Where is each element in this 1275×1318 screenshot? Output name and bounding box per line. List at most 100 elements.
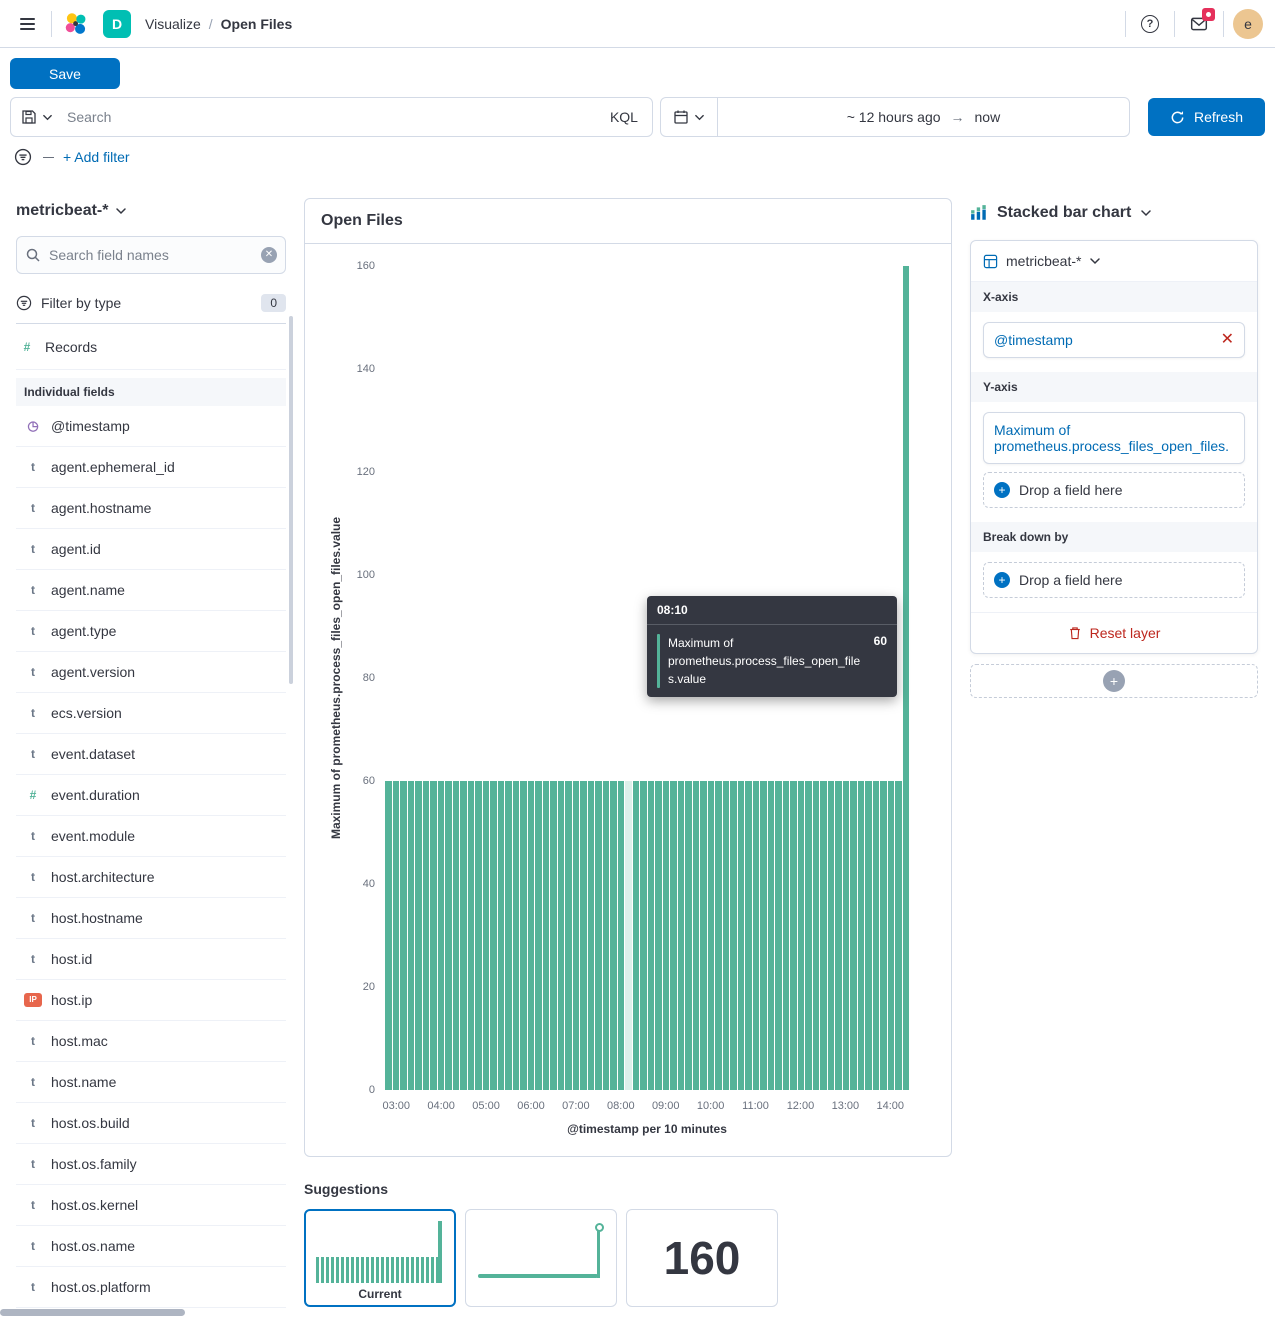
bar-14:00[interactable]: [888, 781, 895, 1090]
bar-02:50[interactable]: [385, 781, 392, 1090]
bar-10:10[interactable]: [715, 781, 722, 1090]
help-button[interactable]: ?: [1131, 5, 1169, 43]
bar-05:40[interactable]: [513, 781, 520, 1090]
bar-04:30[interactable]: [460, 781, 467, 1090]
field-item-host.ip[interactable]: IPhost.ip: [16, 980, 286, 1021]
bar-14:10[interactable]: [895, 781, 902, 1090]
sidebar-scrollbar[interactable]: [289, 316, 293, 684]
suggestion-current[interactable]: Current: [304, 1209, 456, 1307]
breadcrumb-visualize[interactable]: Visualize: [145, 16, 201, 32]
bar-10:50[interactable]: [745, 781, 752, 1090]
bar-03:50[interactable]: [430, 781, 437, 1090]
bar-03:10[interactable]: [400, 781, 407, 1090]
add-layer-button[interactable]: +: [970, 664, 1258, 698]
field-search-input[interactable]: [16, 236, 286, 274]
field-item-host.os.name[interactable]: thost.os.name: [16, 1226, 286, 1267]
field-item-agent.name[interactable]: tagent.name: [16, 570, 286, 611]
field-item-host.os.build[interactable]: thost.os.build: [16, 1103, 286, 1144]
time-range-start[interactable]: ~ 12 hours ago: [847, 109, 941, 125]
bar-04:10[interactable]: [445, 781, 452, 1090]
bar-09:40[interactable]: [693, 781, 700, 1090]
bar-06:50[interactable]: [565, 781, 572, 1090]
bar-11:00[interactable]: [753, 781, 760, 1090]
bar-10:40[interactable]: [738, 781, 745, 1090]
bar-12:30[interactable]: [820, 781, 827, 1090]
bar-05:20[interactable]: [498, 781, 505, 1090]
bar-06:40[interactable]: [558, 781, 565, 1090]
filter-menu-button[interactable]: [12, 146, 34, 168]
reset-layer-button[interactable]: Reset layer: [971, 612, 1257, 653]
bar-11:30[interactable]: [775, 781, 782, 1090]
bar-09:50[interactable]: [700, 781, 707, 1090]
chart-type-switcher[interactable]: Stacked bar chart: [970, 198, 1258, 240]
bar-07:50[interactable]: [610, 781, 617, 1090]
bar-04:00[interactable]: [438, 781, 445, 1090]
field-item-event.duration[interactable]: #event.duration: [16, 775, 286, 816]
layer-index-pattern-button[interactable]: metricbeat-*: [971, 241, 1257, 282]
bar-04:20[interactable]: [453, 781, 460, 1090]
bar-13:40[interactable]: [873, 781, 880, 1090]
bar-08:30[interactable]: [640, 781, 647, 1090]
field-item-agent.id[interactable]: tagent.id: [16, 529, 286, 570]
bar-06:20[interactable]: [543, 781, 550, 1090]
bar-11:10[interactable]: [760, 781, 767, 1090]
bar-03:40[interactable]: [423, 781, 430, 1090]
bar-09:00[interactable]: [663, 781, 670, 1090]
bar-07:00[interactable]: [573, 781, 580, 1090]
bar-13:00[interactable]: [843, 781, 850, 1090]
bar-05:50[interactable]: [520, 781, 527, 1090]
bar-03:30[interactable]: [415, 781, 422, 1090]
add-filter-button[interactable]: + Add filter: [63, 149, 130, 165]
field-item-agent.ephemeral_id[interactable]: tagent.ephemeral_id: [16, 447, 286, 488]
bar-13:20[interactable]: [858, 781, 865, 1090]
field-item-host.name[interactable]: thost.name: [16, 1062, 286, 1103]
query-language-button[interactable]: KQL: [596, 109, 652, 125]
bar-09:20[interactable]: [678, 781, 685, 1090]
bar-03:00[interactable]: [393, 781, 400, 1090]
horizontal-scrollbar[interactable]: [0, 1309, 185, 1316]
search-input[interactable]: [63, 109, 596, 125]
bar-12:40[interactable]: [828, 781, 835, 1090]
bar-07:10[interactable]: [580, 781, 587, 1090]
breakdown-drop-zone[interactable]: + Drop a field here: [983, 562, 1245, 598]
menu-button[interactable]: [8, 5, 46, 43]
space-avatar[interactable]: D: [103, 10, 131, 38]
field-item-host.os.family[interactable]: thost.os.family: [16, 1144, 286, 1185]
field-item-event.module[interactable]: tevent.module: [16, 816, 286, 857]
bar-12:10[interactable]: [805, 781, 812, 1090]
bar-08:00[interactable]: [618, 781, 625, 1090]
field-item-@timestamp[interactable]: ◷@timestamp: [16, 406, 286, 447]
date-picker-calendar-button[interactable]: [661, 98, 718, 136]
time-range[interactable]: ~ 12 hours ago → now: [718, 109, 1129, 125]
bar-11:40[interactable]: [783, 781, 790, 1090]
suggestion-line-chart[interactable]: [465, 1209, 617, 1307]
suggestion-metric[interactable]: 160: [626, 1209, 778, 1307]
user-menu-button[interactable]: e: [1229, 5, 1267, 43]
field-item-host.os.kernel[interactable]: thost.os.kernel: [16, 1185, 286, 1226]
x-axis-dimension[interactable]: @timestamp ✕: [983, 322, 1245, 358]
refresh-button[interactable]: Refresh: [1148, 98, 1265, 136]
bar-10:20[interactable]: [723, 781, 730, 1090]
newsfeed-button[interactable]: [1180, 5, 1218, 43]
index-pattern-switcher[interactable]: metricbeat-*: [16, 198, 127, 224]
bar-13:30[interactable]: [865, 781, 872, 1090]
field-item-agent.version[interactable]: tagent.version: [16, 652, 286, 693]
bar-09:10[interactable]: [670, 781, 677, 1090]
field-item-host.os.platform[interactable]: thost.os.platform: [16, 1267, 286, 1308]
bar-09:30[interactable]: [685, 781, 692, 1090]
bar-08:40[interactable]: [648, 781, 655, 1090]
records-field[interactable]: # Records: [16, 324, 286, 370]
bar-12:20[interactable]: [813, 781, 820, 1090]
filter-by-type-button[interactable]: Filter by type 0: [16, 282, 286, 324]
save-button[interactable]: Save: [10, 58, 120, 89]
clear-search-button[interactable]: ✕: [261, 247, 277, 263]
bar-05:30[interactable]: [505, 781, 512, 1090]
y-axis-drop-zone[interactable]: + Drop a field here: [983, 472, 1245, 508]
bar-11:50[interactable]: [790, 781, 797, 1090]
bar-08:50[interactable]: [655, 781, 662, 1090]
remove-dimension-button[interactable]: ✕: [1221, 332, 1234, 348]
bar-03:20[interactable]: [408, 781, 415, 1090]
bar-12:00[interactable]: [798, 781, 805, 1090]
bar-13:10[interactable]: [850, 781, 857, 1090]
field-item-host.id[interactable]: thost.id: [16, 939, 286, 980]
